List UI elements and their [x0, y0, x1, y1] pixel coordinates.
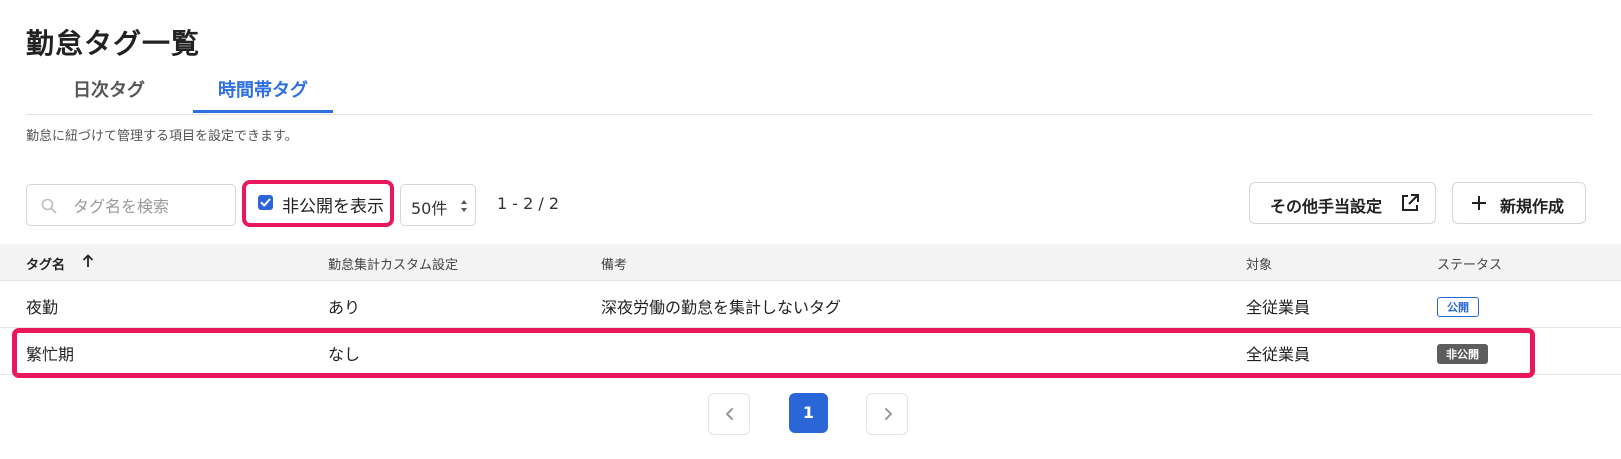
column-header-status: ステータス — [1437, 258, 1503, 273]
tab-bar: 日次タグ 時間帯タグ — [26, 72, 1593, 115]
status-cell: 非公開 — [1437, 343, 1488, 364]
tag-name-cell[interactable]: 夜勤 — [26, 294, 58, 318]
page-description: 勤怠に紐づけて管理する項目を設定できます。 — [26, 129, 298, 144]
result-range: 1 - 2 / 2 — [497, 194, 560, 213]
table-header: タグ名 勤怠集計カスタム設定 備考 対象 ステータス — [0, 244, 1621, 281]
column-header-target: 対象 — [1246, 258, 1273, 273]
show-hidden-checkbox[interactable] — [258, 195, 273, 210]
status-cell: 公開 — [1437, 296, 1479, 317]
new-create-button[interactable]: 新規作成 — [1452, 182, 1586, 224]
page-title: 勤怠タグ一覧 — [26, 27, 201, 60]
new-create-label: 新規作成 — [1500, 197, 1565, 216]
tab-daily-tags[interactable]: 日次タグ — [26, 72, 192, 113]
column-header-tag-name[interactable]: タグ名 — [26, 254, 65, 273]
plus-icon — [1471, 195, 1487, 215]
custom-setting-cell: あり — [328, 298, 361, 317]
note-cell: 深夜労働の勤怠を集計しないタグ — [601, 298, 842, 317]
per-page-select[interactable]: 50件 — [400, 184, 476, 226]
target-cell: 全従業員 — [1246, 298, 1311, 317]
external-link-icon — [1400, 193, 1420, 217]
status-badge: 公開 — [1437, 297, 1479, 317]
pagination-next-button[interactable] — [866, 393, 908, 435]
search-box[interactable] — [26, 184, 236, 226]
column-header-custom-setting: 勤怠集計カスタム設定 — [328, 258, 459, 273]
custom-setting-cell: なし — [328, 345, 361, 364]
tab-timeslot-tags[interactable]: 時間帯タグ — [193, 72, 333, 113]
tag-name-cell[interactable]: 繁忙期 — [26, 341, 74, 365]
column-header-note: 備考 — [601, 258, 628, 273]
table-row[interactable]: 夜勤 あり 深夜労働の勤怠を集計しないタグ 全従業員 公開 — [0, 281, 1621, 328]
select-arrows-icon — [460, 198, 468, 212]
pagination-page-button[interactable]: 1 — [789, 393, 828, 433]
show-hidden-label: 非公開を表示 — [282, 197, 384, 217]
status-badge: 非公開 — [1437, 344, 1488, 364]
chevron-left-icon — [726, 408, 733, 420]
arrow-up-icon[interactable] — [82, 253, 94, 272]
chevron-right-icon — [885, 408, 892, 420]
table-row[interactable]: 繁忙期 なし 全従業員 非公開 — [0, 328, 1621, 375]
show-hidden-toggle[interactable]: 非公開を表示 — [242, 180, 394, 227]
other-allowance-label: その他手当設定 — [1270, 197, 1383, 216]
search-icon — [41, 198, 57, 214]
pagination-prev-button[interactable] — [708, 393, 750, 435]
other-allowance-settings-button[interactable]: その他手当設定 — [1249, 182, 1436, 224]
search-input[interactable] — [71, 193, 230, 219]
per-page-value: 50件 — [411, 199, 448, 218]
target-cell: 全従業員 — [1246, 345, 1311, 364]
